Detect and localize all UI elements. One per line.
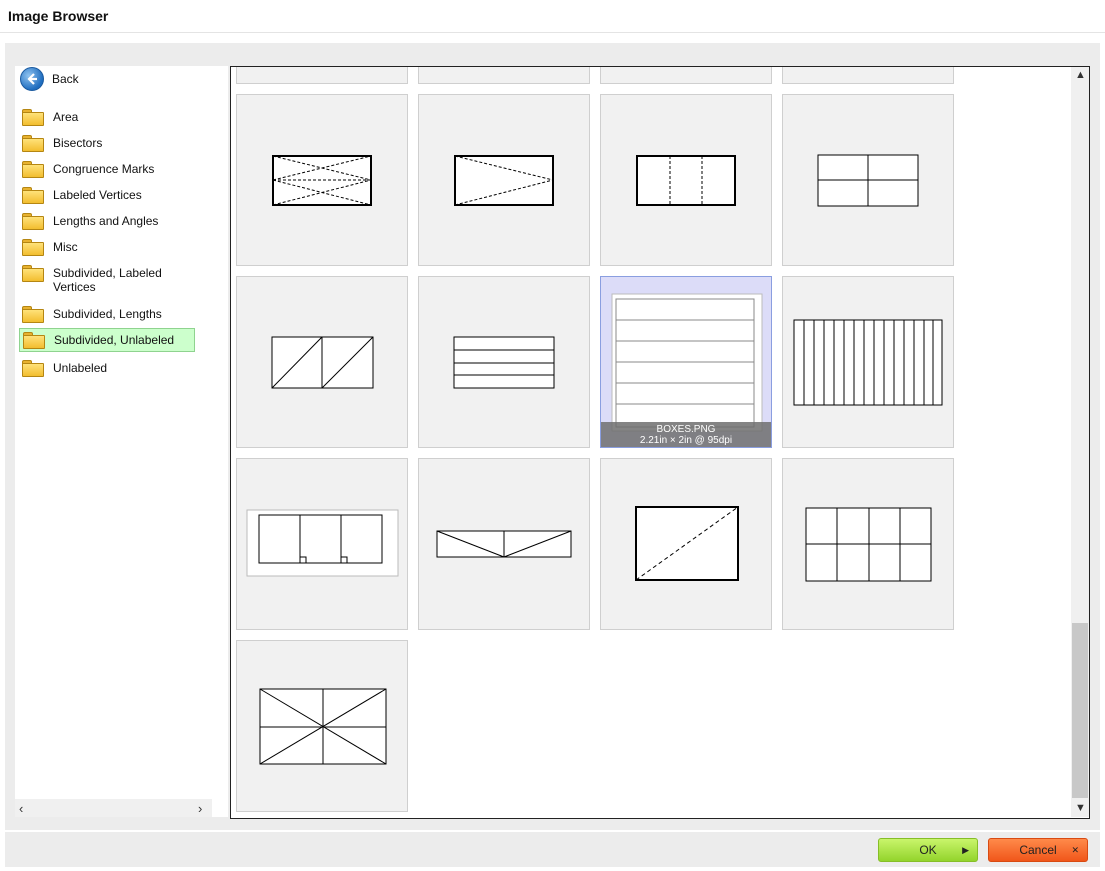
- image-thumbnail[interactable]: [418, 276, 590, 448]
- thumbnail-preview: [246, 509, 399, 577]
- folder-icon: [21, 359, 45, 377]
- image-thumbnail[interactable]: [236, 276, 408, 448]
- thumbnail-preview: [259, 688, 387, 765]
- ok-button[interactable]: OK ▶: [878, 838, 978, 862]
- tree-item-label: Congruence Marks: [53, 162, 155, 176]
- play-arrow-icon: ▶: [962, 844, 969, 855]
- image-thumbnail[interactable]: [782, 94, 954, 266]
- folder-icon: [21, 305, 45, 323]
- tree-item-label: Area: [53, 110, 79, 124]
- image-thumbnail[interactable]: [600, 67, 772, 84]
- tree-item-label: Misc: [53, 240, 78, 254]
- folder-icon: [21, 212, 45, 230]
- back-button[interactable]: Back: [20, 66, 79, 92]
- thumbnail-preview: [817, 154, 919, 207]
- image-thumbnail[interactable]: [236, 458, 408, 630]
- folder-icon: [22, 331, 46, 349]
- folder-icon: [21, 264, 45, 282]
- tree-item-label: Subdivided, Lengths: [53, 307, 162, 321]
- image-grid: BOXES.PNG 2.21in × 2in @ 95dpi: [230, 66, 1090, 819]
- image-file-name: BOXES.PNG: [656, 424, 716, 435]
- tree-item-labeled-vertices[interactable]: Labeled Vertices: [19, 184, 144, 206]
- tree-item-subdivided-labeled-vertices[interactable]: Subdivided, Labeled Vertices: [19, 262, 169, 296]
- image-file-details: 2.21in × 2in @ 95dpi: [639, 435, 733, 446]
- thumbnail-preview: [793, 319, 943, 406]
- tree-item-unlabeled[interactable]: Unlabeled: [19, 357, 109, 379]
- tree-horizontal-scrollbar[interactable]: ‹ ›: [15, 799, 212, 817]
- thumbnail-preview: [454, 155, 554, 206]
- close-icon: ✕: [1071, 844, 1079, 855]
- tree-item-label: Bisectors: [53, 136, 103, 150]
- grid-vertical-scrollbar[interactable]: ▲ ▼: [1071, 67, 1089, 817]
- tree-item-subdivided-unlabeled[interactable]: Subdivided, Unlabeled: [19, 328, 195, 352]
- image-thumbnail[interactable]: [782, 458, 954, 630]
- image-thumbnail[interactable]: [600, 94, 772, 266]
- tree-item-misc[interactable]: Misc: [19, 236, 80, 258]
- tree-item-label: Subdivided, Labeled Vertices: [53, 266, 162, 294]
- thumbnail-preview: [436, 530, 572, 558]
- scroll-left-icon[interactable]: ‹: [19, 801, 23, 816]
- thumbnail-preview: [636, 155, 736, 206]
- window-title: Image Browser: [8, 8, 109, 24]
- thumbnail-caption: BOXES.PNG 2.21in × 2in @ 95dpi: [601, 422, 771, 447]
- image-thumbnail[interactable]: [236, 640, 408, 812]
- tree-item-subdivided-lengths[interactable]: Subdivided, Lengths: [19, 303, 164, 325]
- image-thumbnail[interactable]: [418, 67, 590, 84]
- folder-icon: [21, 134, 45, 152]
- back-arrow-icon: [20, 67, 44, 91]
- image-thumbnail[interactable]: [418, 94, 590, 266]
- ok-label: OK: [919, 843, 937, 857]
- image-thumbnail[interactable]: [782, 276, 954, 448]
- back-label: Back: [52, 72, 79, 86]
- folder-icon: [21, 186, 45, 204]
- tree-item-area[interactable]: Area: [19, 106, 80, 128]
- image-thumbnail[interactable]: [236, 94, 408, 266]
- image-thumbnail[interactable]: [782, 67, 954, 84]
- scrollbar-thumb[interactable]: [1072, 623, 1088, 798]
- thumbnail-preview: [635, 506, 739, 581]
- image-thumbnail[interactable]: [236, 67, 408, 84]
- thumbnail-preview: [453, 336, 555, 389]
- cancel-button[interactable]: Cancel ✕: [988, 838, 1088, 862]
- scroll-right-icon[interactable]: ›: [198, 801, 202, 816]
- tree-item-bisectors[interactable]: Bisectors: [19, 132, 104, 154]
- tree-item-label: Unlabeled: [53, 361, 108, 375]
- tree-item-label: Labeled Vertices: [53, 188, 142, 202]
- thumbnail-preview: [271, 336, 374, 389]
- scroll-up-icon[interactable]: ▲: [1075, 69, 1086, 81]
- thumbnail-preview: [805, 507, 932, 582]
- cancel-label: Cancel: [1019, 843, 1057, 857]
- title-bar: Image Browser: [0, 0, 1105, 33]
- tree-item-label: Subdivided, Unlabeled: [54, 333, 175, 347]
- image-thumbnail-selected[interactable]: BOXES.PNG 2.21in × 2in @ 95dpi: [600, 276, 772, 448]
- image-thumbnail[interactable]: [600, 458, 772, 630]
- folder-icon: [21, 108, 45, 126]
- scroll-down-icon[interactable]: ▼: [1075, 802, 1086, 814]
- tree-item-lengths-and-angles[interactable]: Lengths and Angles: [19, 210, 160, 232]
- folder-tree: Back Area Bisectors Congruence Marks Lab…: [15, 66, 228, 817]
- folder-icon: [21, 160, 45, 178]
- tree-item-congruence-marks[interactable]: Congruence Marks: [19, 158, 156, 180]
- thumbnail-preview: [272, 155, 372, 206]
- image-thumbnail[interactable]: [418, 458, 590, 630]
- tree-item-label: Lengths and Angles: [53, 214, 159, 228]
- folder-icon: [21, 238, 45, 256]
